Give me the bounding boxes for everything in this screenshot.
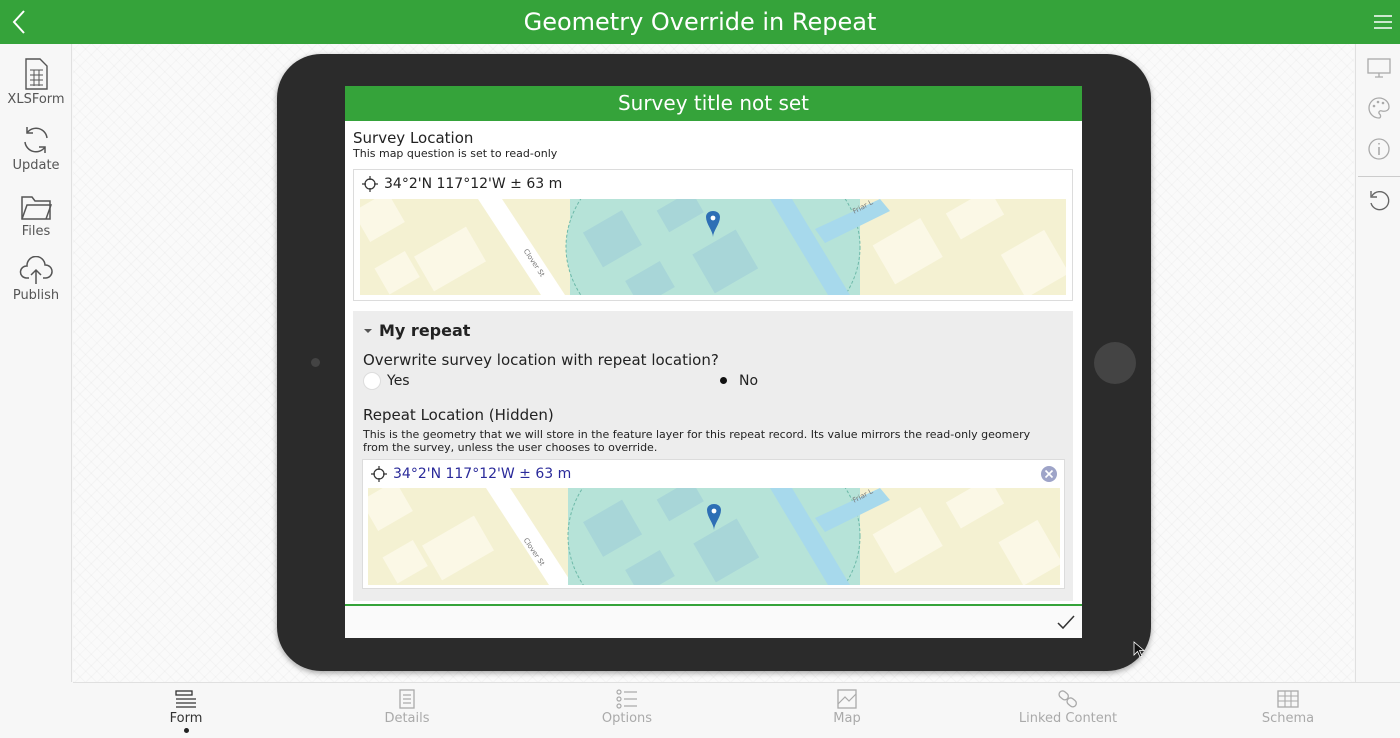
title-bar: Geometry Override in Repeat (0, 0, 1400, 44)
radio-option-no[interactable]: No (715, 372, 758, 390)
publish-label: Publish (12, 288, 60, 303)
tab-map[interactable]: Map (787, 689, 907, 726)
radio-label-yes: Yes (387, 373, 410, 389)
map-icon (837, 689, 857, 709)
update-button[interactable]: Update (0, 124, 72, 173)
survey-footer (345, 604, 1082, 638)
xlsform-label: XLSForm (7, 92, 65, 107)
tab-linked-content-label: Linked Content (1018, 711, 1118, 726)
caret-down-icon (364, 328, 372, 333)
survey-location-value: 34°2'N 117°12'W ± 63 m (384, 176, 563, 192)
right-toolbar (1355, 44, 1400, 682)
repeat-header[interactable]: My repeat (363, 321, 470, 340)
toolbar-divider (1358, 176, 1400, 177)
repeat-location-map: Clover St Friar L (368, 488, 1060, 585)
files-button[interactable]: Files (0, 192, 72, 239)
submit-check-icon[interactable] (1056, 614, 1076, 630)
clear-icon[interactable] (1040, 465, 1058, 483)
tab-schema[interactable]: Schema (1228, 689, 1348, 726)
table-icon (1277, 690, 1299, 708)
radio-button-selected[interactable] (715, 372, 733, 390)
tab-map-label: Map (833, 711, 861, 726)
info-icon[interactable] (1367, 137, 1391, 161)
repeat-location-label: Repeat Location (Hidden) (363, 406, 554, 424)
tab-linked-content[interactable]: Linked Content (1008, 689, 1128, 726)
tab-schema-label: Schema (1261, 711, 1315, 726)
left-toolbar: XLSForm Update Files Publish (0, 44, 72, 682)
tab-details-label: Details (384, 711, 430, 726)
tab-form-label: Form (169, 711, 203, 726)
form-icon (175, 690, 196, 708)
survey-location-field[interactable]: 34°2'N 117°12'W ± 63 m Clover St Friar L (353, 169, 1073, 301)
crosshair-icon (362, 176, 378, 192)
hamburger-menu-icon[interactable] (1374, 14, 1392, 30)
options-list-icon (616, 689, 637, 709)
tablet-home-button[interactable] (1094, 342, 1136, 384)
palette-icon[interactable] (1367, 96, 1391, 120)
tab-details[interactable]: Details (347, 689, 467, 726)
publish-button[interactable]: Publish (0, 256, 72, 303)
page-title: Geometry Override in Repeat (523, 8, 877, 36)
files-label: Files (21, 224, 51, 239)
radio-button[interactable] (363, 372, 381, 390)
tablet-frame: Survey title not set Survey Location Thi… (277, 54, 1151, 671)
survey-title: Survey title not set (345, 86, 1082, 121)
repeat-section: My repeat Overwrite survey location with… (353, 311, 1073, 601)
survey-location-map: Clover St Friar L (360, 199, 1066, 295)
crosshair-icon (371, 466, 387, 482)
spreadsheet-icon (25, 58, 48, 90)
bottom-tab-bar: Form Details Options Map Linked Content … (73, 682, 1400, 738)
tab-form[interactable]: Form (126, 689, 246, 733)
tab-options[interactable]: Options (567, 689, 687, 726)
tablet-camera (311, 358, 320, 367)
survey-location-label: Survey Location (353, 129, 474, 147)
radio-option-yes[interactable]: Yes (363, 372, 410, 390)
reload-icon[interactable] (1367, 188, 1391, 212)
xlsform-button[interactable]: XLSForm (0, 58, 72, 107)
repeat-location-value: 34°2'N 117°12'W ± 63 m (393, 466, 572, 482)
link-icon (1058, 690, 1077, 708)
repeat-location-field[interactable]: 34°2'N 117°12'W ± 63 m Clover St Friar L (362, 459, 1065, 589)
active-tab-indicator (183, 728, 189, 733)
refresh-icon (24, 127, 48, 153)
details-icon (399, 689, 415, 709)
radio-label-no: No (739, 373, 759, 389)
tab-options-label: Options (601, 711, 653, 726)
update-label: Update (12, 158, 60, 173)
mouse-cursor-icon (1133, 641, 1145, 658)
folder-icon (21, 196, 52, 220)
survey-location-hint: This map question is set to read-only (353, 147, 558, 160)
monitor-icon[interactable] (1367, 56, 1391, 80)
cloud-upload-icon (19, 256, 53, 284)
repeat-location-hint: This is the geometry that we will store … (363, 428, 1031, 454)
survey-screen: Survey title not set Survey Location Thi… (345, 86, 1082, 638)
override-question-label: Overwrite survey location with repeat lo… (363, 351, 719, 369)
repeat-title: My repeat (379, 321, 471, 340)
